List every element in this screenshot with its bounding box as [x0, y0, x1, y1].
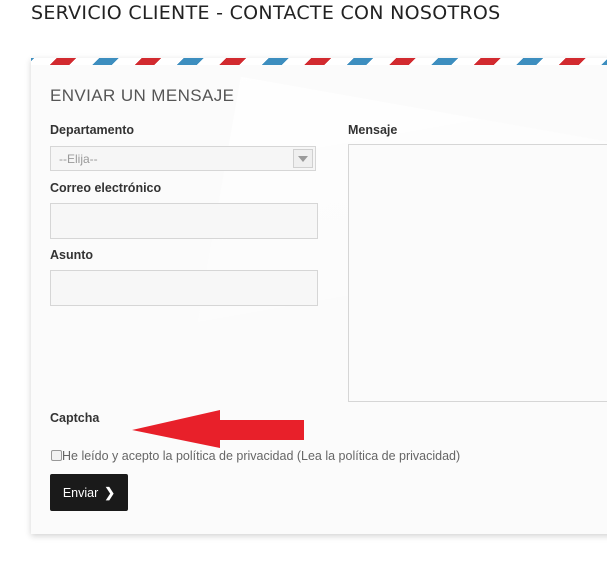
red-arrow-annotation-icon — [132, 410, 304, 448]
captcha-label: Captcha — [50, 411, 100, 425]
privacy-text: He leído y acepto la política de privaci… — [62, 449, 461, 463]
email-label: Correo electrónico — [50, 181, 162, 195]
message-textarea[interactable] — [348, 144, 607, 402]
message-label: Mensaje — [348, 123, 398, 137]
department-selected-value: --Elija-- — [59, 152, 98, 166]
submit-button[interactable]: Enviar ❯ — [50, 474, 128, 511]
chevron-right-icon: ❯ — [104, 484, 116, 500]
email-field[interactable] — [50, 203, 318, 239]
submit-button-label: Enviar — [62, 485, 99, 500]
form-title: ENVIAR UN MENSAJE — [50, 86, 235, 105]
subject-label: Asunto — [50, 248, 94, 262]
page-title: SERVICIO CLIENTE - CONTACTE CON NOSOTROS — [31, 2, 501, 24]
chevron-down-icon[interactable] — [293, 149, 313, 168]
subject-field[interactable] — [50, 270, 318, 306]
department-label: Departamento — [50, 123, 135, 137]
contact-form-card: ENVIAR UN MENSAJE Departamento --Elija--… — [31, 58, 607, 534]
red-arrow-shape — [132, 410, 304, 448]
privacy-checkbox[interactable] — [51, 450, 62, 461]
airmail-border — [31, 58, 607, 65]
department-select[interactable]: --Elija-- — [50, 146, 316, 171]
